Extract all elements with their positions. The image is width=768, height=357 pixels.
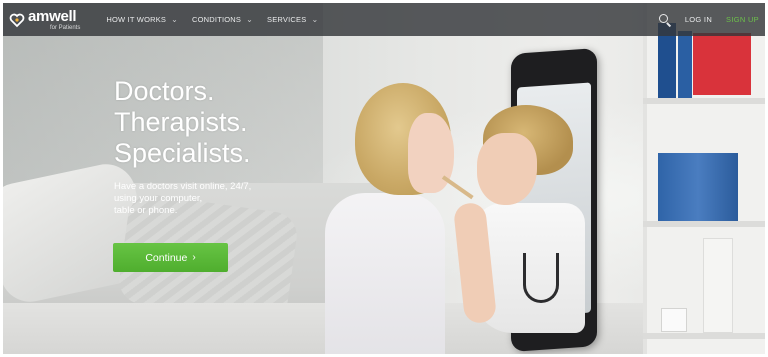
shelf-board (643, 221, 765, 227)
chevron-down-icon: ⌄ (311, 15, 319, 24)
nav-item-services[interactable]: SERVICES ⌄ (267, 15, 318, 24)
continue-button-label: Continue (145, 251, 188, 264)
nav-item-how-it-works[interactable]: HOW IT WORKS ⌄ (106, 15, 178, 24)
child-image (325, 193, 445, 354)
chevron-right-icon: › (192, 252, 196, 263)
shelf-board (643, 98, 765, 104)
hero-subtext: Have a doctors visit online, 24/7, using… (114, 181, 284, 217)
login-link[interactable]: LOG IN (685, 15, 712, 24)
book-image (678, 31, 692, 98)
hero-content: Doctors. Therapists. Specialists. Have a… (114, 76, 344, 217)
book-image (693, 33, 751, 95)
amwell-logo[interactable]: amwell for Patients (9, 3, 80, 36)
stethoscope-image (523, 253, 559, 303)
chevron-down-icon: ⌄ (246, 15, 254, 24)
top-navigation-bar: amwell for Patients HOW IT WORKS ⌄ CONDI… (3, 3, 765, 36)
search-icon[interactable] (658, 13, 671, 27)
signup-link[interactable]: SIGN UP (726, 15, 759, 24)
nav-item-label: SERVICES (267, 15, 307, 24)
subtext-line: using your computer, (114, 193, 203, 204)
book-image (658, 153, 738, 221)
nav-item-label: HOW IT WORKS (106, 15, 167, 24)
logo-subtext: for Patients (50, 24, 81, 31)
headline-line: Specialists. (114, 138, 251, 168)
logo-wordmark: amwell (28, 7, 77, 25)
doctor-image (477, 133, 537, 205)
subtext-line: Have a doctors visit online, 24/7, (114, 181, 252, 192)
chevron-down-icon: ⌄ (171, 15, 179, 24)
hero-headline: Doctors. Therapists. Specialists. (114, 76, 344, 169)
frame-image (661, 308, 687, 332)
shelf-board (643, 333, 765, 339)
continue-button[interactable]: Continue › (113, 243, 228, 272)
book-image (703, 238, 733, 333)
heart-logo-icon (9, 13, 25, 27)
headline-line: Doctors. (114, 76, 215, 106)
nav-item-label: CONDITIONS (192, 15, 242, 24)
subtext-line: table or phone. (114, 205, 178, 216)
tongue-depressor-image (441, 175, 474, 200)
headline-line: Therapists. (114, 107, 248, 137)
nav-item-conditions[interactable]: CONDITIONS ⌄ (192, 15, 253, 24)
